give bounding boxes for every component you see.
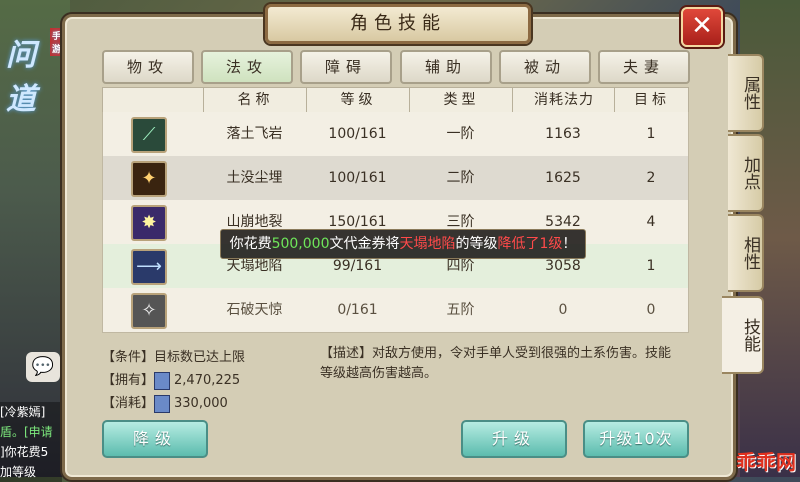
chat-line: ]你花费5 (0, 442, 62, 462)
upgrade-button[interactable]: 升级 (461, 420, 567, 458)
condition-info: 【条件】目标数已达上限 (102, 350, 246, 365)
skill-target: 1 (646, 258, 656, 274)
panel-title-plate: 角色技能 (265, 4, 531, 44)
header-type: 类型 (409, 88, 513, 112)
header-level: 等级 (306, 88, 410, 112)
sword-skill-icon: ✦ (131, 161, 167, 197)
chat-line: [冷紫嫣] (0, 402, 62, 422)
skill-description: 【描述】对敌方使用，令对手单人受到很强的土系伤害。技能等级越高伤害越高。 (320, 346, 672, 381)
skill-name: 落土飞岩 (226, 126, 283, 142)
cost-info: 【消耗】 330,000 (102, 394, 228, 413)
chat-line: 盾。[申请 (0, 422, 62, 442)
skill-table: 名称 等级 类型 消耗法力 目标 ⟋ 落土飞岩 100/161 一阶 1163 … (102, 87, 689, 333)
tab-obstruct[interactable]: 障碍 (300, 50, 392, 84)
owned-info: 【拥有】 2,470,225 (102, 371, 241, 390)
panel-title: 角色技能 (350, 13, 446, 34)
chat-icon[interactable]: 💬 (26, 352, 60, 382)
tab-physical[interactable]: 物攻 (102, 50, 194, 84)
skill-level: 100/161 (328, 170, 387, 186)
skill-target: 4 (646, 214, 656, 230)
upgrade-10-button[interactable]: 升级10次 (583, 420, 689, 458)
skill-type: 二阶 (446, 170, 475, 186)
table-row[interactable]: ✧ 石破天惊 0/161 五阶 0 0 (102, 288, 689, 333)
table-row[interactable]: ⟋ 落土飞岩 100/161 一阶 1163 1 (102, 112, 689, 157)
side-tab-skills[interactable]: 技能 (722, 296, 764, 374)
game-logo: 问道 手游 (6, 28, 64, 117)
notification-toast: 你花费500,000文代金券将天塌地陷的等级降低了1级！ (220, 229, 586, 259)
side-tab-attributes[interactable]: 属性 (728, 54, 764, 132)
skill-mana: 1625 (545, 170, 581, 186)
tab-couple[interactable]: 夫妻 (598, 50, 690, 84)
skill-book-icon (154, 394, 171, 413)
side-tab-points[interactable]: 加点 (728, 134, 764, 212)
blade-skill-icon: ⟋ (131, 117, 167, 153)
table-row[interactable]: ✦ 土没尘埋 100/161 二阶 1625 2 (102, 156, 689, 201)
chat-log[interactable]: [冷紫嫣] 盾。[申请 ]你花费5 加等级 (0, 402, 62, 482)
tab-assist[interactable]: 辅助 (400, 50, 492, 84)
skill-target: 1 (646, 126, 656, 142)
tab-magic[interactable]: 法攻 (201, 50, 293, 84)
skill-mana: 0 (558, 302, 568, 318)
skill-type: 五阶 (446, 302, 475, 318)
table-header: 名称 等级 类型 消耗法力 目标 (102, 87, 689, 113)
close-button[interactable]: ✕ (681, 7, 723, 47)
skill-name: 石破天惊 (226, 302, 283, 318)
header-name: 名称 (203, 88, 307, 112)
skill-name: 土没尘埋 (226, 170, 283, 186)
skill-mana: 1163 (545, 126, 581, 142)
skill-level: 0/161 (337, 302, 378, 318)
spear-skill-icon: ⟶ (131, 249, 167, 285)
skill-target: 2 (646, 170, 656, 186)
tab-passive[interactable]: 被动 (499, 50, 591, 84)
watermark: 乖乖网 (736, 450, 796, 474)
header-target: 目标 (614, 88, 689, 112)
skill-target: 0 (646, 302, 656, 318)
skill-level: 100/161 (328, 126, 387, 142)
skill-type: 一阶 (446, 126, 475, 142)
burst-skill-icon: ✸ (131, 205, 167, 241)
chat-line: 加等级 (0, 462, 62, 482)
close-icon: ✕ (691, 11, 713, 41)
skill-book-icon (154, 371, 171, 390)
header-icon (103, 88, 203, 112)
header-mana: 消耗法力 (512, 88, 615, 112)
shatter-skill-icon: ✧ (131, 293, 167, 329)
downgrade-button[interactable]: 降级 (102, 420, 208, 458)
side-tab-affinity[interactable]: 相性 (728, 214, 764, 292)
